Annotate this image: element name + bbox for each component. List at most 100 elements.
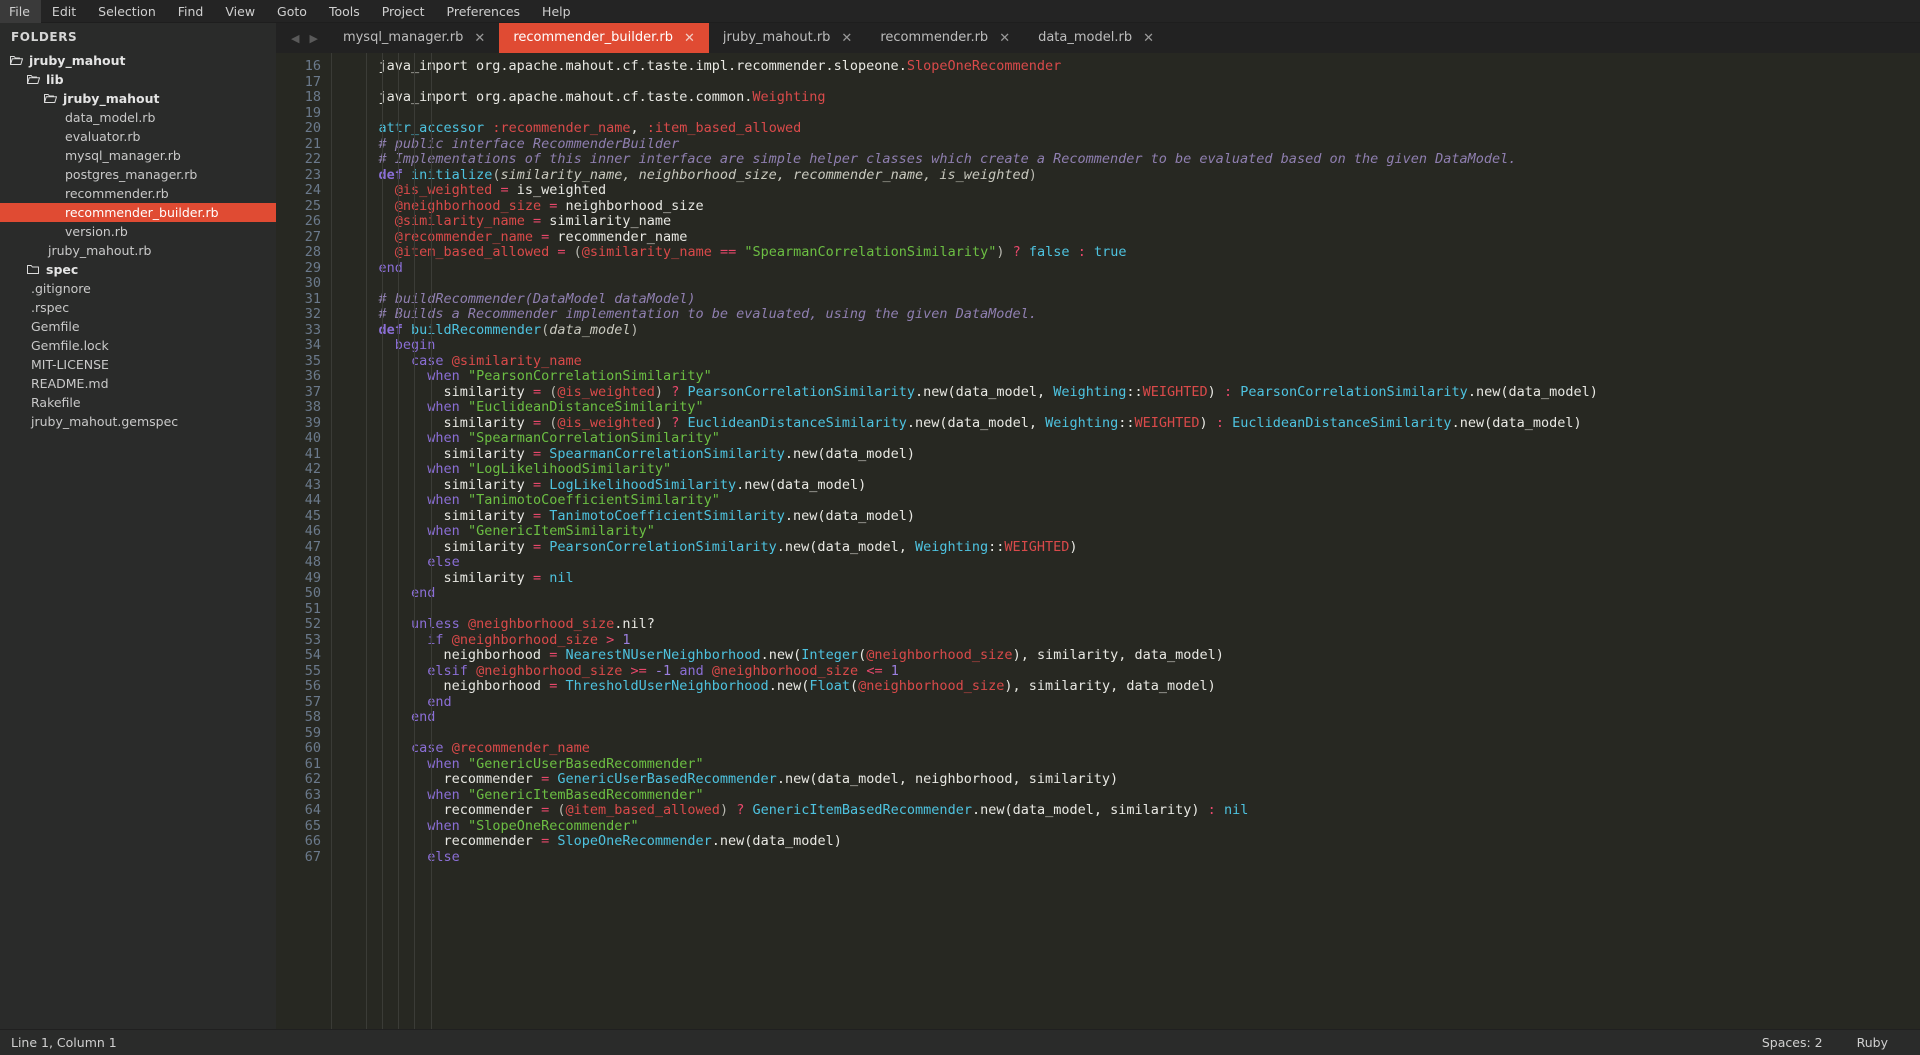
code-line: similarity = (@is_weighted) ? PearsonCor… bbox=[346, 385, 1920, 401]
tree-item-label: README.md bbox=[31, 374, 109, 393]
tree-file[interactable]: data_model.rb bbox=[0, 108, 276, 127]
tree-file[interactable]: Rakefile bbox=[0, 393, 276, 412]
line-number: 50 bbox=[276, 586, 321, 602]
line-number: 63 bbox=[276, 788, 321, 804]
tree-file[interactable]: Gemfile.lock bbox=[0, 336, 276, 355]
code-token bbox=[1216, 802, 1224, 818]
line-number: 20 bbox=[276, 121, 321, 137]
code-token: "TanimotoCoefficientSimilarity" bbox=[468, 492, 720, 508]
tree-item-label: .rspec bbox=[31, 298, 69, 317]
code-token: 1 bbox=[891, 663, 899, 679]
code-token: # Implementations of this inner interfac… bbox=[346, 151, 1516, 167]
code-token: similarity_name, neighborhood_size, reco… bbox=[500, 167, 1028, 183]
tree-file[interactable]: .rspec bbox=[0, 298, 276, 317]
line-number: 44 bbox=[276, 493, 321, 509]
tree-folder[interactable]: jruby_mahout bbox=[0, 89, 276, 108]
menu-bar: FileEditSelectionFindViewGotoToolsProjec… bbox=[0, 0, 1920, 23]
menu-item-project[interactable]: Project bbox=[371, 0, 436, 23]
tab-close-icon[interactable]: ✕ bbox=[841, 32, 852, 45]
tree-file[interactable]: recommender_builder.rb bbox=[0, 203, 276, 222]
code-pane[interactable]: 1617181920212223242526272829303132333435… bbox=[276, 53, 1920, 1029]
tab-close-icon[interactable]: ✕ bbox=[1143, 32, 1154, 45]
menu-item-edit[interactable]: Edit bbox=[41, 0, 87, 23]
chevron-left-icon[interactable]: ◀ bbox=[286, 32, 304, 45]
chevron-right-icon[interactable]: ▶ bbox=[304, 32, 322, 45]
tree-folder[interactable]: spec bbox=[0, 260, 276, 279]
tree-file[interactable]: evaluator.rb bbox=[0, 127, 276, 146]
tree-file[interactable]: jruby_mahout.gemspec bbox=[0, 412, 276, 431]
code-token: else bbox=[427, 849, 460, 865]
line-number-gutter: 1617181920212223242526272829303132333435… bbox=[276, 53, 332, 1029]
tree-file[interactable]: postgres_manager.rb bbox=[0, 165, 276, 184]
indent-setting[interactable]: Spaces: 2 bbox=[1762, 1035, 1857, 1050]
tab-close-icon[interactable]: ✕ bbox=[999, 32, 1010, 45]
tree-file[interactable]: MIT-LICENSE bbox=[0, 355, 276, 374]
code-token bbox=[460, 523, 468, 539]
line-number: 47 bbox=[276, 540, 321, 556]
menu-item-goto[interactable]: Goto bbox=[266, 0, 318, 23]
tree-file[interactable]: .gitignore bbox=[0, 279, 276, 298]
tree-file[interactable]: Gemfile bbox=[0, 317, 276, 336]
syntax-mode[interactable]: Ruby bbox=[1857, 1035, 1920, 1050]
code-token bbox=[346, 120, 379, 136]
tab-close-icon[interactable]: ✕ bbox=[474, 32, 485, 45]
line-number: 32 bbox=[276, 307, 321, 323]
code-token bbox=[460, 492, 468, 508]
code-line: when "GenericItemSimilarity" bbox=[346, 524, 1920, 540]
tab-scroll-arrows[interactable]: ◀ ▶ bbox=[276, 23, 329, 53]
code-token: Integer bbox=[801, 647, 858, 663]
editor-area: ◀ ▶ mysql_manager.rb✕recommender_builder… bbox=[276, 23, 1920, 1029]
line-number: 54 bbox=[276, 648, 321, 664]
editor-tab[interactable]: data_model.rb✕ bbox=[1024, 23, 1168, 53]
code-line: java_import org.apache.mahout.cf.taste.i… bbox=[346, 59, 1920, 75]
tree-folder[interactable]: lib bbox=[0, 70, 276, 89]
tree-file[interactable]: mysql_manager.rb bbox=[0, 146, 276, 165]
code-token: case bbox=[411, 740, 444, 756]
editor-tab[interactable]: jruby_mahout.rb✕ bbox=[709, 23, 866, 53]
menu-item-tools[interactable]: Tools bbox=[318, 0, 371, 23]
menu-item-view[interactable]: View bbox=[214, 0, 266, 23]
line-number: 25 bbox=[276, 199, 321, 215]
tree-file[interactable]: README.md bbox=[0, 374, 276, 393]
tree-folder[interactable]: jruby_mahout bbox=[0, 51, 276, 70]
code-line: @is_weighted = is_weighted bbox=[346, 183, 1920, 199]
code-token: ThresholdUserNeighborhood bbox=[565, 678, 768, 694]
code-token bbox=[647, 663, 655, 679]
menu-item-preferences[interactable]: Preferences bbox=[436, 0, 532, 23]
tree-item-label: data_model.rb bbox=[65, 108, 155, 127]
menu-item-file[interactable]: File bbox=[0, 0, 41, 23]
code-line: when "GenericItemBasedRecommender" bbox=[346, 788, 1920, 804]
editor-tab[interactable]: recommender_builder.rb✕ bbox=[499, 23, 709, 53]
line-number: 35 bbox=[276, 354, 321, 370]
editor-tab[interactable]: mysql_manager.rb✕ bbox=[329, 23, 499, 53]
code-token bbox=[1070, 244, 1078, 260]
code-token: "GenericUserBasedRecommender" bbox=[468, 756, 704, 772]
menu-item-find[interactable]: Find bbox=[167, 0, 215, 23]
tree-item-label: jruby_mahout.rb bbox=[48, 241, 151, 260]
code-token: Weighting bbox=[752, 89, 825, 105]
line-number: 37 bbox=[276, 385, 321, 401]
code-token bbox=[541, 198, 549, 214]
code-token: = bbox=[533, 570, 541, 586]
tab-close-icon[interactable]: ✕ bbox=[684, 32, 695, 45]
code-token bbox=[663, 384, 671, 400]
editor-tab[interactable]: recommender.rb✕ bbox=[866, 23, 1024, 53]
tree-file[interactable]: recommender.rb bbox=[0, 184, 276, 203]
code-content[interactable]: java_import org.apache.mahout.cf.taste.i… bbox=[332, 53, 1920, 1029]
tree-file[interactable]: jruby_mahout.rb bbox=[0, 241, 276, 260]
code-token bbox=[533, 229, 541, 245]
tree-file[interactable]: version.rb bbox=[0, 222, 276, 241]
code-line bbox=[346, 726, 1920, 742]
line-number: 26 bbox=[276, 214, 321, 230]
menu-item-help[interactable]: Help bbox=[531, 0, 582, 23]
code-token: == bbox=[720, 244, 736, 260]
code-token: "EuclideanDistanceSimilarity" bbox=[468, 399, 704, 415]
code-token: "LogLikelihoodSimilarity" bbox=[468, 461, 671, 477]
code-token: = bbox=[533, 415, 541, 431]
code-token: ), similarity, data_model) bbox=[1004, 678, 1215, 694]
menu-item-selection[interactable]: Selection bbox=[87, 0, 167, 23]
code-token: neighborhood bbox=[346, 678, 549, 694]
code-token: @recommender_name bbox=[452, 740, 590, 756]
code-token: recommender bbox=[346, 833, 541, 849]
code-token bbox=[1208, 415, 1216, 431]
